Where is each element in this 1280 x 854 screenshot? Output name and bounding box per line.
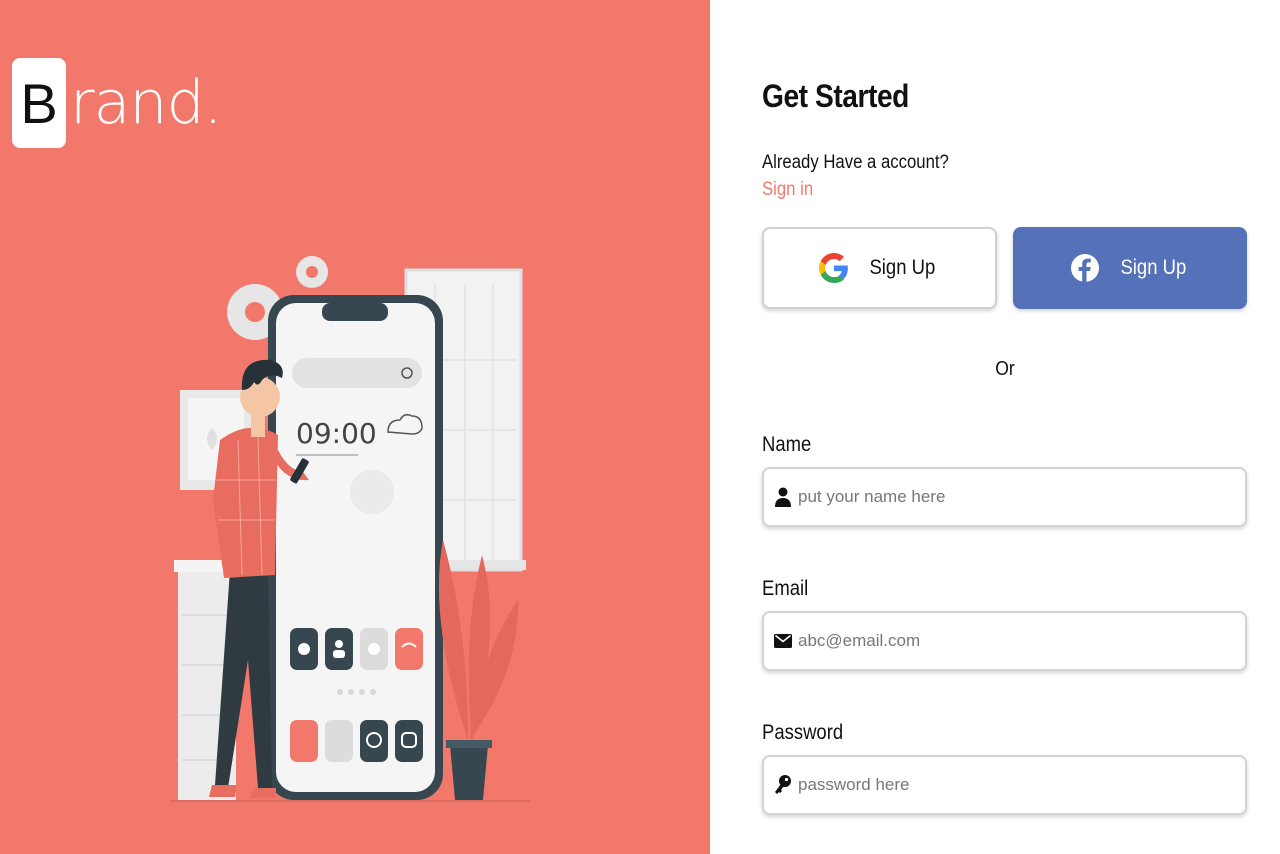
password-field[interactable]: [762, 755, 1247, 815]
user-icon: [774, 487, 792, 507]
google-icon: [819, 253, 849, 283]
name-label: Name: [762, 433, 812, 456]
brand-name: rand.: [70, 68, 223, 138]
facebook-signup-button[interactable]: Sign Up: [1013, 227, 1247, 309]
google-signup-button[interactable]: Sign Up: [762, 227, 997, 309]
or-divider: Or: [995, 358, 1015, 380]
signin-link[interactable]: Sign in: [762, 179, 813, 201]
email-field[interactable]: [762, 611, 1247, 671]
google-signup-label: Sign Up: [869, 256, 936, 279]
password-input[interactable]: [798, 775, 1245, 795]
email-label: Email: [762, 577, 809, 600]
name-input[interactable]: [798, 487, 1245, 507]
key-icon: [774, 775, 792, 795]
clock-text: 09:00: [296, 417, 377, 450]
envelope-icon: [774, 634, 792, 648]
facebook-icon: [1070, 253, 1100, 283]
brand-logo: B rand.: [12, 58, 223, 148]
email-input[interactable]: [798, 631, 1245, 651]
password-label: Password: [762, 721, 844, 744]
page-title: Get Started: [762, 78, 909, 114]
phone-illustration: 09:00: [170, 256, 530, 802]
hero-panel: B rand. 09:00: [0, 0, 710, 854]
facebook-signup-label: Sign Up: [1120, 256, 1186, 279]
signup-panel: Get Started Already Have a account? Sign…: [710, 0, 1280, 854]
brand-initial: B: [12, 58, 66, 148]
name-field[interactable]: [762, 467, 1247, 527]
already-account-text: Already Have a account?: [762, 152, 949, 173]
